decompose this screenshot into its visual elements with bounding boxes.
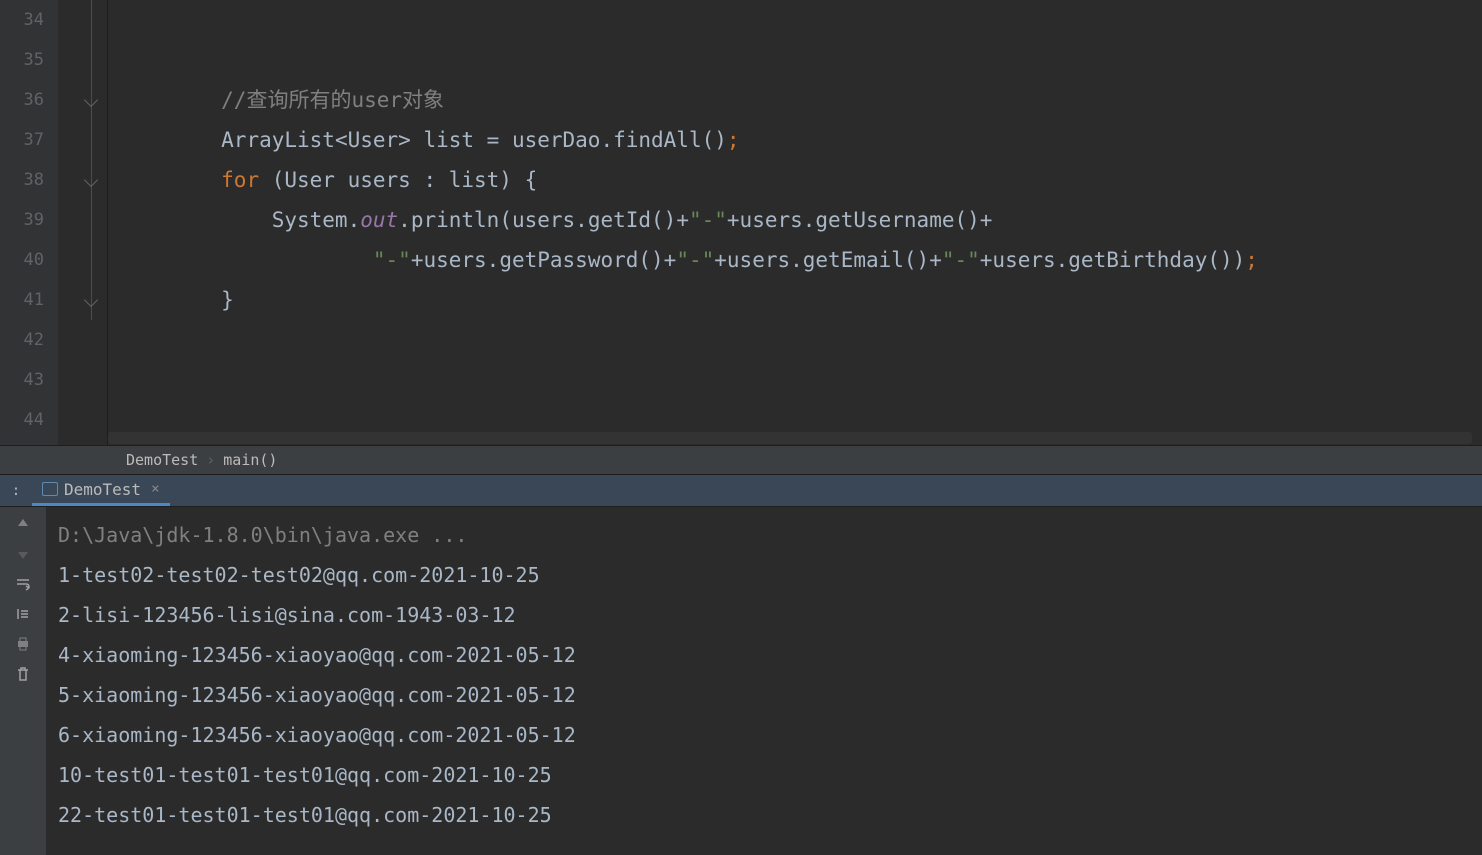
console-line: 5-xiaoming-123456-xiaoyao@qq.com-2021-05… bbox=[58, 675, 1470, 715]
comment-text: //查询所有的user对象 bbox=[221, 88, 444, 112]
code-text: ArrayList<User> list = userDao.findAll() bbox=[221, 128, 727, 152]
line-number[interactable]: 42 bbox=[0, 320, 44, 360]
static-field: out bbox=[360, 208, 398, 232]
breadcrumb-bar: DemoTest › main() bbox=[0, 445, 1482, 475]
console-area: D:\Java\jdk-1.8.0\bin\java.exe ... 1-tes… bbox=[0, 507, 1482, 855]
chevron-right-icon: › bbox=[206, 451, 215, 469]
line-number[interactable]: 36 bbox=[0, 80, 44, 120]
code-text: System. bbox=[272, 208, 361, 232]
line-number[interactable]: 37 bbox=[0, 120, 44, 160]
string: "-" bbox=[689, 208, 727, 232]
close-icon[interactable]: × bbox=[151, 481, 159, 497]
line-number[interactable]: 34 bbox=[0, 0, 44, 40]
line-number[interactable]: 43 bbox=[0, 360, 44, 400]
print-icon[interactable] bbox=[14, 635, 32, 653]
semicolon: ; bbox=[1245, 248, 1258, 272]
code-text: +users.getEmail()+ bbox=[714, 248, 942, 272]
line-number[interactable]: 41 bbox=[0, 280, 44, 320]
code-line[interactable] bbox=[120, 320, 1482, 360]
code-text: +users.getBirthday()) bbox=[980, 248, 1246, 272]
horizontal-scrollbar[interactable] bbox=[108, 432, 1472, 444]
code-text: .println(users.getId()+ bbox=[398, 208, 689, 232]
soft-wrap-icon[interactable] bbox=[14, 575, 32, 593]
fold-column bbox=[58, 0, 108, 445]
code-line[interactable]: System.out.println(users.getId()+"-"+use… bbox=[120, 200, 1482, 240]
line-number[interactable]: 35 bbox=[0, 40, 44, 80]
code-line[interactable]: //查询所有的user对象 bbox=[120, 80, 1482, 120]
code-editor[interactable]: //查询所有的user对象 ArrayList<User> list = use… bbox=[108, 0, 1482, 445]
string: "-" bbox=[373, 248, 411, 272]
console-line: 4-xiaoming-123456-xiaoyao@qq.com-2021-05… bbox=[58, 635, 1470, 675]
fold-guide bbox=[91, 0, 92, 320]
scroll-to-end-icon[interactable] bbox=[14, 605, 32, 623]
line-gutter: 34 35 36 37 38 39 40 41 42 43 44 bbox=[0, 0, 58, 445]
string: "-" bbox=[676, 248, 714, 272]
trash-icon[interactable] bbox=[14, 665, 32, 683]
run-tab-label: DemoTest bbox=[64, 480, 141, 499]
code-text: (User users : list) { bbox=[259, 168, 537, 192]
code-text: +users.getUsername()+ bbox=[727, 208, 993, 232]
console-command: D:\Java\jdk-1.8.0\bin\java.exe ... bbox=[58, 515, 1470, 555]
code-text: } bbox=[221, 288, 234, 312]
fold-toggle-icon[interactable] bbox=[84, 93, 98, 107]
breadcrumb-method[interactable]: main() bbox=[215, 451, 285, 469]
console-line: 1-test02-test02-test02@qq.com-2021-10-25 bbox=[58, 555, 1470, 595]
semicolon: ; bbox=[727, 128, 740, 152]
code-line[interactable] bbox=[120, 40, 1482, 80]
code-line[interactable] bbox=[120, 360, 1482, 400]
code-line[interactable]: for (User users : list) { bbox=[120, 160, 1482, 200]
code-line[interactable] bbox=[120, 0, 1482, 40]
console-output[interactable]: D:\Java\jdk-1.8.0\bin\java.exe ... 1-tes… bbox=[46, 507, 1482, 855]
line-number[interactable]: 39 bbox=[0, 200, 44, 240]
run-config-icon bbox=[42, 482, 58, 496]
line-number[interactable]: 38 bbox=[0, 160, 44, 200]
line-number[interactable]: 44 bbox=[0, 400, 44, 440]
console-line: 10-test01-test01-test01@qq.com-2021-10-2… bbox=[58, 755, 1470, 795]
breadcrumb-class[interactable]: DemoTest bbox=[118, 451, 206, 469]
console-line: 22-test01-test01-test01@qq.com-2021-10-2… bbox=[58, 795, 1470, 835]
editor-area: 34 35 36 37 38 39 40 41 42 43 44 //查询所有的… bbox=[0, 0, 1482, 445]
keyword: for bbox=[221, 168, 259, 192]
arrow-up-icon[interactable] bbox=[14, 515, 32, 533]
code-text: +users.getPassword()+ bbox=[411, 248, 677, 272]
run-label: : bbox=[0, 483, 32, 499]
console-toolbar bbox=[0, 507, 46, 855]
fold-toggle-icon[interactable] bbox=[84, 293, 98, 307]
code-line[interactable]: ArrayList<User> list = userDao.findAll()… bbox=[120, 120, 1482, 160]
code-line[interactable]: "-"+users.getPassword()+"-"+users.getEma… bbox=[120, 240, 1482, 280]
run-tab-bar: : DemoTest × bbox=[0, 475, 1482, 507]
arrow-down-icon[interactable] bbox=[14, 545, 32, 563]
string: "-" bbox=[942, 248, 980, 272]
console-line: 2-lisi-123456-lisi@sina.com-1943-03-12 bbox=[58, 595, 1470, 635]
run-tab-demotest[interactable]: DemoTest × bbox=[32, 475, 170, 506]
line-number[interactable]: 40 bbox=[0, 240, 44, 280]
code-line[interactable]: } bbox=[120, 280, 1482, 320]
console-line: 6-xiaoming-123456-xiaoyao@qq.com-2021-05… bbox=[58, 715, 1470, 755]
fold-toggle-icon[interactable] bbox=[84, 173, 98, 187]
